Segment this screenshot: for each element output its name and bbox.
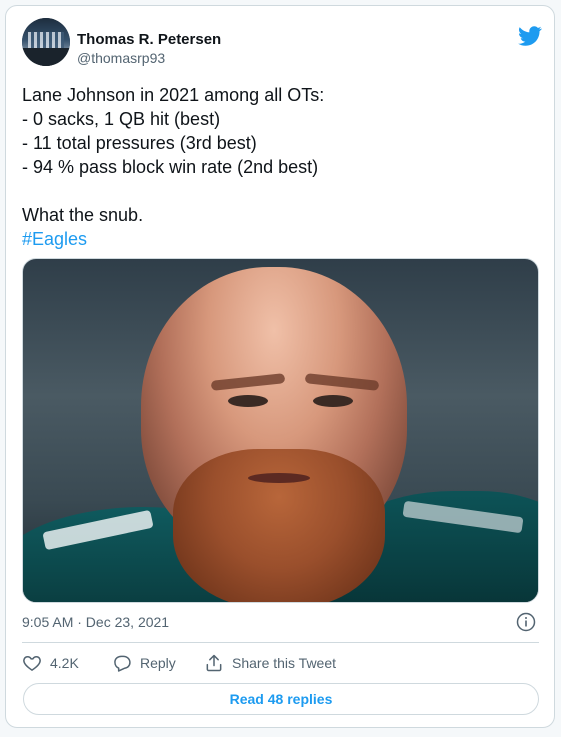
divider [22, 642, 539, 643]
like-count: 4.2K [50, 655, 79, 671]
reply-icon [114, 655, 131, 672]
tweet-line: - 94 % pass block win rate (2nd best) [22, 157, 319, 177]
author-name[interactable]: Thomas R. Petersen [77, 31, 221, 48]
reply-button[interactable]: Reply [112, 651, 176, 675]
info-icon[interactable] [516, 612, 536, 632]
tweet-line: - 11 total pressures (3rd best) [22, 133, 257, 153]
tweet-text: Lane Johnson in 2021 among all OTs: - 0 … [22, 83, 542, 251]
tweet-photo[interactable] [22, 258, 539, 603]
share-icon [206, 654, 222, 672]
avatar[interactable] [22, 18, 70, 66]
hashtag-link[interactable]: #Eagles [22, 227, 542, 251]
heart-icon [23, 655, 41, 671]
author-handle[interactable]: @thomasrp93 [77, 50, 165, 66]
tweet-line: Lane Johnson in 2021 among all OTs: [22, 85, 325, 105]
twitter-bird-icon[interactable] [518, 24, 542, 48]
share-label: Share this Tweet [232, 655, 337, 671]
share-button[interactable]: Share this Tweet [204, 651, 336, 675]
tweet-line: - 0 sacks, 1 QB hit (best) [22, 109, 221, 129]
tweet-header: Thomas R. Petersen @thomasrp93 [22, 18, 542, 68]
tweet-card: Thomas R. Petersen @thomasrp93 Lane John… [5, 5, 555, 728]
tweet-actions: 4.2K Reply Share this Tweet [22, 651, 542, 675]
tweet-timestamp[interactable]: 9:05 AM · Dec 23, 2021 [22, 614, 169, 630]
tweet-closing: What the snub. [22, 205, 144, 225]
like-button[interactable]: 4.2K [22, 651, 79, 675]
reply-label: Reply [140, 655, 176, 671]
read-replies-button[interactable]: Read 48 replies [23, 683, 539, 715]
